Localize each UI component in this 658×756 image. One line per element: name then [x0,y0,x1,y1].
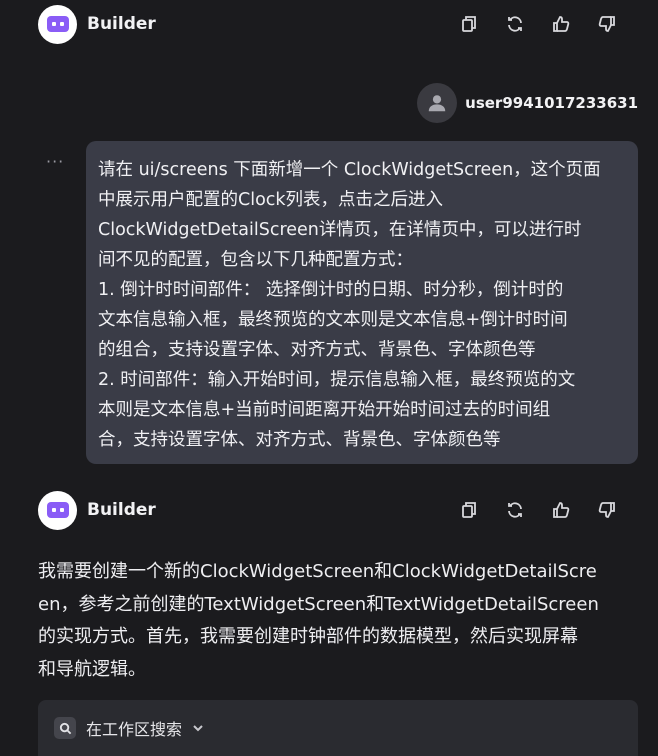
message-line: 本则是文本信息+当前时间距离开始开始时间过去的时间组 [98,400,551,420]
bot-message-header: Builder [0,0,658,48]
copy-button[interactable] [446,8,492,40]
thumbs-up-button[interactable] [538,494,584,526]
regenerate-button[interactable] [492,494,538,526]
user-icon [428,95,446,112]
message-line: 1. 倒计时时间部件： 选择倒计时的日期、时分秒，倒计时的 [98,280,564,300]
bot-icon [46,16,69,32]
message-line: 文本信息输入框，最终预览的文本则是文本信息+倒计时时间 [98,310,568,330]
bot-icon [46,502,69,518]
search-workspace-toggle[interactable]: 在工作区搜索 [38,700,638,756]
message-line: 中展示用户配置的Clock列表，点击之后进入 [98,190,444,210]
reply-line: 的实现方式。首先，我需要创建时钟部件的数据模型，然后实现屏幕 [38,626,578,647]
thumbs-down-icon [598,502,615,518]
search-workspace-label: 在工作区搜索 [86,720,183,739]
regenerate-button[interactable] [492,8,538,40]
copy-button[interactable] [446,494,492,526]
user-avatar [417,83,458,123]
bot-avatar [38,490,77,530]
reply-line: 我需要创建一个新的ClockWidgetScreen和ClockWidgetDe… [38,561,597,582]
chevron-down-icon [192,719,204,738]
reply-line: en，参考之前创建的TextWidgetScreen和TextWidgetDet… [38,593,599,615]
bot-message-header: Builder [0,486,658,534]
bot-avatar [38,4,77,44]
thumbs-up-icon [553,502,570,518]
message-actions [446,494,630,526]
message-actions [446,8,630,40]
chat-page: Builder user9941017233631 ··· 请在 ui/scre… [0,0,658,756]
message-line: 请在 ui/screens 下面新增一个 ClockWidgetScreen，这… [98,160,601,180]
thumbs-up-icon [553,16,570,32]
user-message-bubble: 请在 ui/screens 下面新增一个 ClockWidgetScreen，这… [86,141,638,464]
thumbs-down-icon [598,16,615,32]
message-line: ClockWidgetDetailScreen详情页，在详情页中，可以进行时 [98,220,582,240]
message-line: 合，支持设置字体、对齐方式、背景色、字体颜色等 [98,430,501,450]
bot-name: Builder [87,500,156,520]
message-line: 间不见的配置，包含以下几种配置方式： [98,250,413,270]
more-options-button[interactable]: ··· [46,152,64,171]
thumbs-up-button[interactable] [538,8,584,40]
copy-icon [462,502,476,518]
regenerate-icon [508,16,522,32]
search-icon [54,717,76,739]
thumbs-down-button[interactable] [584,494,630,526]
thumbs-down-button[interactable] [584,8,630,40]
bot-name: Builder [87,14,156,34]
copy-icon [462,16,476,32]
user-name: user9941017233631 [465,94,638,112]
regenerate-icon [508,502,522,518]
message-line: 2. 时间部件：输入开始时间，提示信息输入框，最终预览的文 [98,370,576,390]
bot-reply-text: 我需要创建一个新的ClockWidgetScreen和ClockWidgetDe… [38,556,638,686]
reply-line: 和导航逻辑。 [38,658,146,680]
user-message-header: user9941017233631 [417,82,638,124]
message-line: 的组合，支持设置字体、对齐方式、背景色、字体颜色等 [98,340,536,360]
